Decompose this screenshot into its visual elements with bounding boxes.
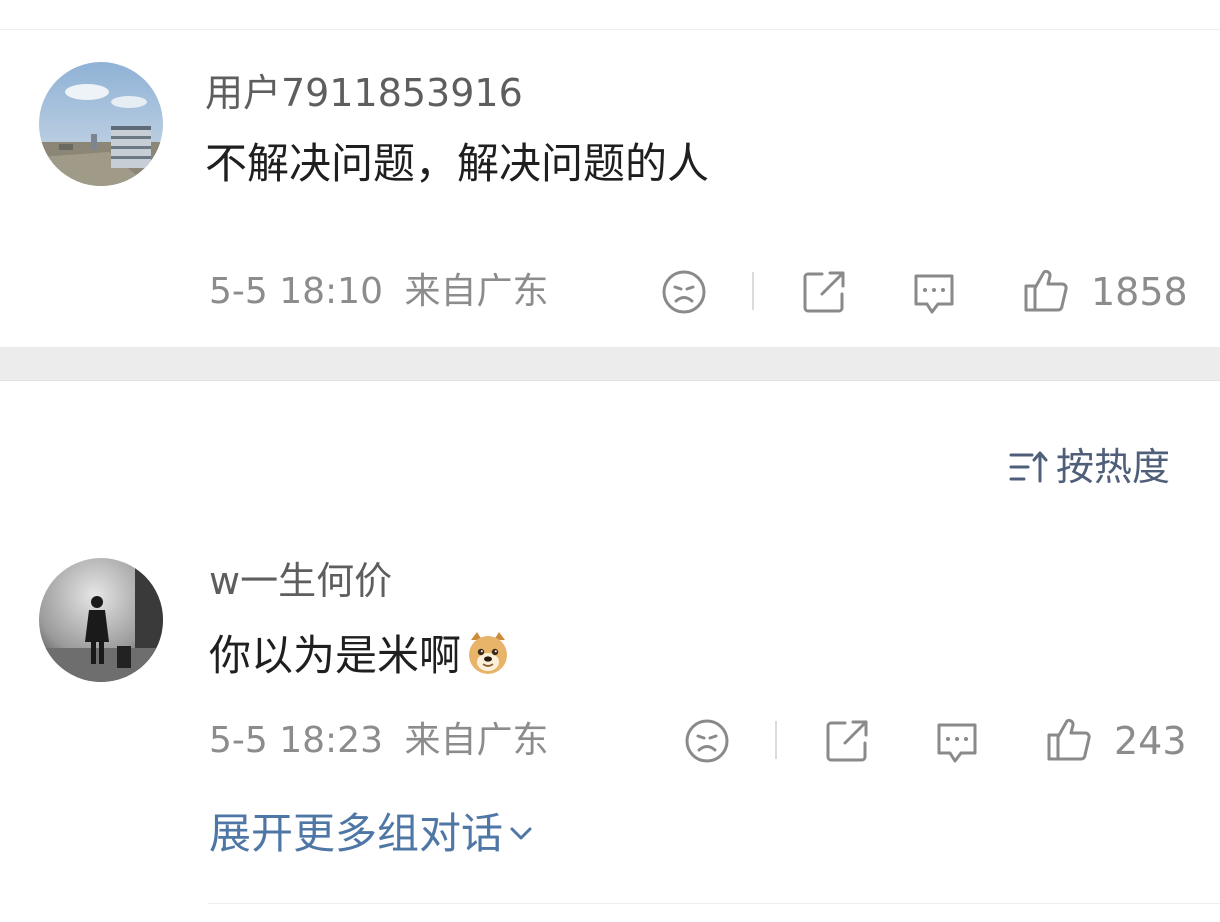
top-divider xyxy=(0,29,1220,30)
bottom-divider xyxy=(208,903,1220,904)
section-separator xyxy=(0,347,1220,381)
username[interactable]: w一生何价 xyxy=(209,562,392,600)
sort-by-hot-button[interactable]: 按热度 xyxy=(1008,447,1170,487)
doge-emoji-icon xyxy=(465,630,511,676)
like-count: 243 xyxy=(1114,719,1187,763)
username[interactable]: 用户7911853916 xyxy=(205,74,523,112)
expand-more-conversations-link[interactable]: 展开更多组对话 xyxy=(209,813,535,855)
sort-label: 按热度 xyxy=(1056,445,1171,489)
comment-meta: 5-5 18:10 来自广东 xyxy=(209,274,548,310)
like-icon[interactable] xyxy=(1045,715,1093,763)
dislike-icon[interactable] xyxy=(660,268,708,316)
avatar[interactable] xyxy=(39,558,163,682)
comment-icon[interactable] xyxy=(933,719,981,767)
expand-label: 展开更多组对话 xyxy=(209,809,504,858)
dislike-icon[interactable] xyxy=(683,717,731,765)
sort-icon xyxy=(1008,447,1050,487)
chevron-down-icon xyxy=(507,820,535,848)
comment-text-row: 你以为是米啊 xyxy=(209,630,511,677)
comment-text: 你以为是米啊 xyxy=(209,631,462,680)
comment-time: 5-5 18:10 xyxy=(209,271,383,312)
comment-meta: 5-5 18:23 来自广东 xyxy=(209,723,548,759)
comment-location: 来自广东 xyxy=(404,720,549,761)
share-icon[interactable] xyxy=(823,717,871,765)
comment-text: 不解决问题，解决问题的人 xyxy=(205,139,710,188)
like-icon[interactable] xyxy=(1022,266,1070,314)
comment-time: 5-5 18:23 xyxy=(209,720,383,761)
action-separator xyxy=(752,272,754,310)
comment-icon[interactable] xyxy=(910,270,958,318)
avatar[interactable] xyxy=(39,62,163,186)
like-count: 1858 xyxy=(1091,270,1188,314)
share-icon[interactable] xyxy=(800,268,848,316)
comment-location: 来自广东 xyxy=(404,271,549,312)
action-separator xyxy=(775,721,777,759)
